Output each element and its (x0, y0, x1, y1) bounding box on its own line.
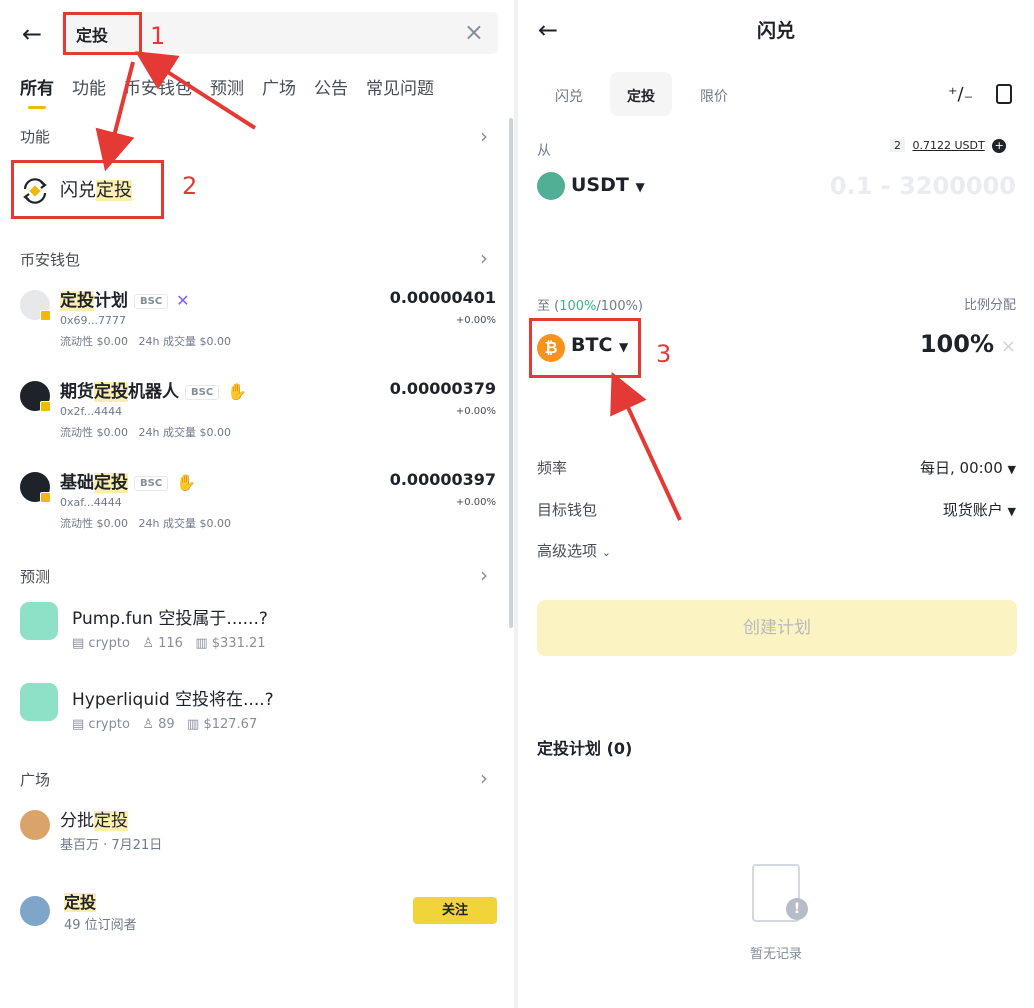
annotation-arrows (95, 51, 682, 521)
arrow-to-function (95, 61, 135, 172)
arrow-to-btc (610, 371, 682, 521)
arrow-to-search (135, 51, 257, 130)
